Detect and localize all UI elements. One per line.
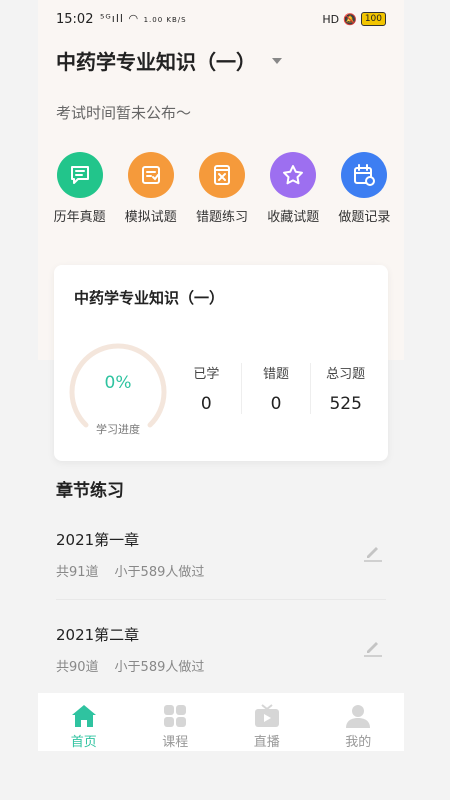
chapter-name: 2021第二章 [56, 626, 140, 644]
question-count: 共91道 [56, 565, 99, 580]
tab-profile[interactable]: 我的 [313, 693, 405, 751]
chapter-meta: 共90道 小于589人做过 [56, 656, 204, 675]
home-icon [71, 705, 96, 727]
mute-icon: 🔕 [343, 12, 357, 26]
bottom-tab-bar: 首页 课程 直播 我的 [38, 693, 404, 751]
wrong-doc-icon [199, 152, 245, 198]
quick-action-label: 历年真题 [53, 210, 106, 225]
tv-icon [254, 704, 279, 727]
chapter-list: 2021第一章 共91道 小于589人做过 2021第二章 共90道 小于589… [56, 505, 386, 695]
status-right: HD 🔕 100 [322, 12, 386, 26]
chapter-meta: 共91道 小于589人做过 [56, 561, 204, 580]
net-speed: 1.00 KB/S [143, 16, 187, 24]
tab-courses[interactable]: 课程 [130, 693, 222, 751]
stat-value: 0 [270, 394, 282, 414]
edit-icon[interactable] [362, 541, 384, 563]
quick-action-past-exams[interactable]: 历年真题 [44, 152, 115, 225]
stat-learned: 已学 0 [172, 363, 242, 414]
chapter-item[interactable]: 2021第一章 共91道 小于589人做过 [56, 505, 386, 600]
tab-label: 首页 [70, 735, 97, 750]
quick-action-label: 模拟试题 [124, 210, 177, 225]
stat-total: 总习题 525 [311, 363, 380, 414]
hd-indicator: HD [322, 12, 340, 26]
quick-action-favorites[interactable]: 收藏试题 [258, 152, 329, 225]
progress-card[interactable]: 中药学专业知识（一） 0% 学习进度 已学 0 错题 0 总习题 525 [54, 265, 388, 461]
quick-action-history[interactable]: 做题记录 [329, 152, 400, 225]
progress-value: 0% [104, 373, 132, 393]
quick-actions: 历年真题 模拟试题 错题练习 收藏试题 做题记录 [44, 152, 400, 225]
app-screen: 15:02 ⁵ᴳıll ◠ 1.00 KB/S HD 🔕 100 中药学专业知识… [38, 0, 404, 800]
checklist-icon [127, 152, 174, 198]
chapter-name: 2021第一章 [56, 531, 140, 549]
tab-label: 课程 [162, 735, 189, 750]
progress-ring: 0% 学习进度 [68, 339, 168, 439]
subject-selector[interactable]: 中药学专业知识（一） [56, 46, 282, 75]
tab-live[interactable]: 直播 [221, 693, 313, 751]
chapter-item[interactable]: 2021第二章 共90道 小于589人做过 [56, 600, 386, 695]
person-icon [346, 705, 371, 728]
wifi-icon: ◠ [128, 12, 140, 25]
page-title: 中药学专业知识（一） [56, 50, 256, 74]
stat-label: 已学 [193, 367, 220, 382]
signal-text: ⁵ᴳıll [100, 12, 124, 25]
edit-icon[interactable] [362, 636, 384, 658]
tab-label: 我的 [345, 735, 372, 750]
signal-icon: ⁵ᴳıll ◠ 1.00 KB/S [100, 12, 187, 25]
card-title: 中药学专业知识（一） [74, 289, 225, 307]
calendar-icon [341, 152, 388, 198]
stat-wrong: 错题 0 [242, 363, 312, 414]
progress-label: 学习进度 [96, 423, 140, 436]
tab-home[interactable]: 首页 [38, 693, 130, 751]
star-icon [270, 152, 317, 198]
stats-row: 已学 0 错题 0 总习题 525 [172, 363, 380, 414]
quick-action-label: 错题练习 [196, 210, 249, 225]
quick-action-label: 做题记录 [338, 210, 391, 225]
grid-icon [164, 705, 187, 727]
stat-value: 0 [200, 394, 212, 414]
quick-action-wrong-questions[interactable]: 错题练习 [186, 152, 257, 225]
dropdown-arrow-icon[interactable] [272, 57, 282, 64]
battery-icon: 100 [360, 12, 386, 26]
status-bar: 15:02 ⁵ᴳıll ◠ 1.00 KB/S HD 🔕 100 [38, 0, 404, 40]
book-icon [56, 152, 103, 198]
section-title: 章节练习 [56, 481, 124, 501]
exam-time-notice: 考试时间暂未公布～ [56, 104, 192, 122]
participant-count: 小于589人做过 [114, 565, 205, 580]
stat-value: 525 [329, 394, 362, 414]
tab-label: 直播 [253, 735, 280, 750]
stat-label: 错题 [263, 367, 290, 382]
quick-action-label: 收藏试题 [267, 210, 320, 225]
question-count: 共90道 [56, 660, 99, 675]
stat-label: 总习题 [326, 367, 366, 382]
participant-count: 小于589人做过 [114, 660, 205, 675]
quick-action-mock-exams[interactable]: 模拟试题 [115, 152, 186, 225]
status-time: 15:02 [56, 12, 94, 27]
